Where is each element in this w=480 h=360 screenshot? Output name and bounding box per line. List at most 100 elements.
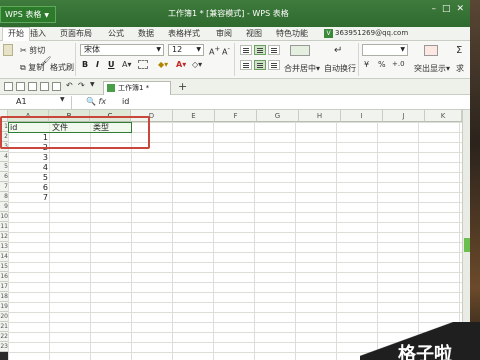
highlight-icon[interactable] xyxy=(424,45,438,56)
spreadsheet-icon xyxy=(107,84,115,92)
wps-app-menu-button[interactable]: WPS 表格 ▼ xyxy=(0,6,56,23)
cell-a4[interactable]: 3 xyxy=(8,153,48,163)
fill-color-icon[interactable]: ◆▾ xyxy=(158,60,168,69)
row-header[interactable]: 19 xyxy=(0,302,8,312)
underline-style-icon[interactable]: A▾ xyxy=(122,60,132,69)
menu-tab-data[interactable]: 数据 xyxy=(138,28,154,39)
column-header-f[interactable]: F xyxy=(215,110,257,122)
paste-icon[interactable] xyxy=(52,82,61,91)
row-header[interactable]: 23 xyxy=(0,342,8,352)
row-header[interactable]: 12 xyxy=(0,232,8,242)
cell-a6[interactable]: 5 xyxy=(8,173,48,183)
currency-button[interactable]: ¥ xyxy=(364,60,369,69)
column-header-h[interactable]: H xyxy=(299,110,341,122)
border-icon[interactable] xyxy=(138,60,148,69)
column-header-g[interactable]: G xyxy=(257,110,299,122)
paste-icon[interactable] xyxy=(3,44,13,56)
row-header[interactable]: 15 xyxy=(0,262,8,272)
formula-input[interactable]: id xyxy=(122,97,129,106)
format-painter-label[interactable]: 格式刷 xyxy=(50,62,74,73)
new-tab-button[interactable]: + xyxy=(178,80,187,93)
row-header[interactable]: 16 xyxy=(0,272,8,282)
cell-a5[interactable]: 4 xyxy=(8,163,48,173)
fx-label: fx xyxy=(98,97,107,106)
menu-tab-page-layout[interactable]: 页面布局 xyxy=(60,28,92,39)
align-right-button[interactable] xyxy=(268,60,280,70)
menu-tab-view[interactable]: 视图 xyxy=(246,28,262,39)
italic-button[interactable]: I xyxy=(96,60,99,69)
merge-center-button[interactable]: 合并居中▾ xyxy=(284,63,320,74)
clear-format-icon[interactable]: ◇▾ xyxy=(192,60,202,69)
save-icon[interactable] xyxy=(4,82,13,91)
wrap-text-icon[interactable]: ↵ xyxy=(334,45,342,56)
account-badge-icon: V xyxy=(324,28,333,38)
row-header[interactable]: 11 xyxy=(0,222,8,232)
increase-font-button[interactable]: A+ xyxy=(209,45,220,57)
desktop-background-edge xyxy=(470,0,480,360)
row-header[interactable]: 6 xyxy=(0,172,8,182)
align-middle-button[interactable] xyxy=(254,45,266,55)
column-header-k[interactable]: K xyxy=(425,110,462,122)
align-left-button[interactable] xyxy=(240,60,252,70)
minimize-button[interactable]: – xyxy=(431,4,436,14)
row-header[interactable]: 8 xyxy=(0,192,8,202)
highlight-label: 突出显示 xyxy=(414,64,446,73)
row-header[interactable]: 18 xyxy=(0,292,8,302)
account-area[interactable]: V 363951269@qq.com xyxy=(324,27,408,40)
row-header[interactable]: 9 xyxy=(0,202,8,212)
row-header[interactable]: 14 xyxy=(0,252,8,262)
decimal-button[interactable]: +.0 xyxy=(392,60,405,68)
print-icon[interactable] xyxy=(16,82,25,91)
row-header[interactable]: 13 xyxy=(0,242,8,252)
tab-workbook1[interactable]: 工作簿1 * xyxy=(103,81,171,95)
number-format-select[interactable]: ▼ xyxy=(362,44,408,56)
tab-label: 工作簿1 * xyxy=(118,84,150,92)
column-header-e[interactable]: E xyxy=(173,110,215,122)
redo-icon[interactable]: ↷ xyxy=(78,81,85,90)
menu-tab-table-style[interactable]: 表格样式 xyxy=(168,28,200,39)
row-header[interactable]: 10 xyxy=(0,212,8,222)
column-header-j[interactable]: J xyxy=(383,110,425,122)
undo-icon[interactable]: ↶ xyxy=(66,81,73,90)
preview-icon[interactable] xyxy=(28,82,37,91)
merge-center-icon[interactable] xyxy=(290,45,310,56)
copy-icon[interactable] xyxy=(40,82,49,91)
cut-button[interactable]: ✂ 剪切 xyxy=(20,45,45,56)
row-header[interactable]: 20 xyxy=(0,312,8,322)
font-name-select[interactable]: 宋体 ▼ xyxy=(80,44,164,56)
underline-button[interactable]: U xyxy=(108,60,115,69)
cell-a7[interactable]: 6 xyxy=(8,183,48,193)
percent-button[interactable]: % xyxy=(378,60,386,69)
column-header-i[interactable]: I xyxy=(341,110,383,122)
align-bottom-button[interactable] xyxy=(268,45,280,55)
bold-button[interactable]: B xyxy=(82,60,88,69)
highlight-button[interactable]: 突出显示▾ xyxy=(414,63,450,74)
cell-a8[interactable]: 7 xyxy=(8,193,48,203)
close-button[interactable]: ✕ xyxy=(456,4,464,14)
row-header[interactable]: 17 xyxy=(0,282,8,292)
fx-button[interactable]: 🔍 fx xyxy=(86,97,106,106)
chevron-down-icon[interactable]: ▼ xyxy=(60,96,65,103)
sum-button[interactable]: 求 xyxy=(456,63,464,74)
row-header[interactable]: 7 xyxy=(0,182,8,192)
row-header[interactable]: 21 xyxy=(0,322,8,332)
menu-tab-review[interactable]: 审阅 xyxy=(216,28,232,39)
chevron-down-icon[interactable]: ▼ xyxy=(90,81,95,88)
row-header[interactable]: 5 xyxy=(0,162,8,172)
row-header[interactable]: 4 xyxy=(0,152,8,162)
scrollbar-thumb[interactable] xyxy=(464,238,470,252)
cut-label: 剪切 xyxy=(29,46,46,55)
menu-tab-formula[interactable]: 公式 xyxy=(108,28,124,39)
font-color-icon[interactable]: A▾ xyxy=(176,60,186,69)
sum-icon[interactable]: Σ xyxy=(456,45,462,56)
row-header[interactable]: 22 xyxy=(0,332,8,342)
align-top-button[interactable] xyxy=(240,45,252,55)
menu-tab-features[interactable]: 特色功能 xyxy=(276,28,308,39)
font-size-select[interactable]: 12 ▼ xyxy=(168,44,204,56)
menu-tab-home[interactable]: 开始 xyxy=(2,27,30,41)
menu-tab-insert[interactable]: 插入 xyxy=(30,28,46,39)
wrap-text-button[interactable]: 自动换行 xyxy=(324,63,356,74)
align-center-button[interactable] xyxy=(254,60,266,70)
decrease-font-button[interactable]: A- xyxy=(222,45,230,57)
maximize-button[interactable]: □ xyxy=(442,4,451,14)
